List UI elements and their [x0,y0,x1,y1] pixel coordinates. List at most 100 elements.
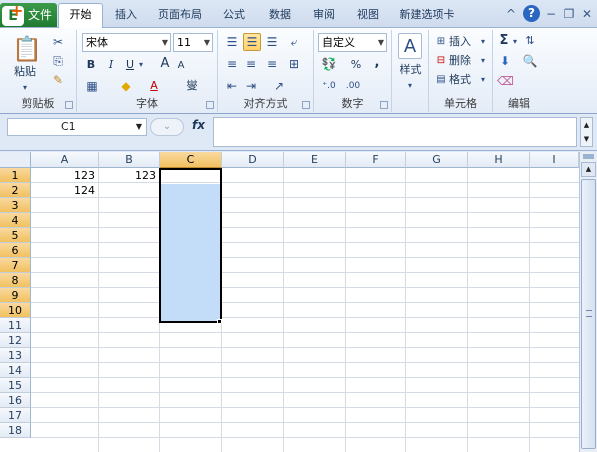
close-icon[interactable]: ✕ [579,6,595,22]
row-header-16[interactable]: 16 [0,393,31,408]
format-cells-button[interactable]: 格式 [449,72,477,88]
increase-decimal-icon[interactable]: ⁺.0 [320,78,338,94]
decrease-decimal-icon[interactable]: .00 [344,78,362,94]
tab-data[interactable]: 数据 [260,6,300,28]
column-header-c[interactable]: C [160,152,222,168]
sort-filter-icon[interactable]: ⇅ [521,33,539,49]
row-header-2[interactable]: 2 [0,183,31,198]
insert-function-icon[interactable]: fx [192,118,205,132]
delete-dropdown-icon[interactable]: ▾ [478,53,488,69]
formula-input[interactable] [213,117,577,147]
insert-cells-button[interactable]: 插入 [449,34,477,50]
row-header-18[interactable]: 18 [0,423,31,438]
row-header-3[interactable]: 3 [0,198,31,213]
orientation-icon[interactable]: ↗ [270,78,288,94]
percent-button[interactable]: % [350,57,362,73]
number-launcher-icon[interactable] [380,101,388,109]
insert-dropdown-icon[interactable]: ▾ [478,34,488,50]
font-size-select[interactable]: 11 ▼ [173,33,213,52]
row-header-12[interactable]: 12 [0,333,31,348]
worksheet-grid[interactable]: ABCDEFGHI 1 2 3 4 5 6 7 8 9 10 11 12 13 14 15 16 17 18 12… [0,152,579,452]
underline-button[interactable]: U [123,57,137,73]
format-dropdown-icon[interactable]: ▾ [478,72,488,88]
row-header-14[interactable]: 14 [0,363,31,378]
ribbon-minimize-icon[interactable]: ^ [503,6,519,22]
font-name-select[interactable]: 宋体 ▼ [82,33,171,52]
align-bottom-icon[interactable]: ☰ [264,34,280,50]
tab-page-layout[interactable]: 页面布局 [152,6,208,28]
fill-icon[interactable]: ⬇ [497,53,513,69]
number-format-select[interactable]: 自定义 ▼ [318,33,387,52]
align-left-icon[interactable]: ≡ [224,56,240,72]
row-header-10[interactable]: 10 [0,303,31,318]
cell-a1[interactable]: 123 [31,168,98,183]
clipboard-launcher-icon[interactable] [65,101,73,109]
row-header-6[interactable]: 6 [0,243,31,258]
align-middle-icon[interactable]: ☰ [243,33,261,51]
vertical-scrollbar[interactable]: ▲ [579,152,597,452]
tab-view[interactable]: 视图 [348,6,388,28]
row-header-13[interactable]: 13 [0,348,31,363]
comma-button[interactable]: , [372,55,382,71]
tab-review[interactable]: 审阅 [306,6,342,28]
paste-dropdown-icon[interactable]: ▾ [20,80,30,96]
grow-font-button[interactable]: A [159,56,171,72]
insert-cells-icon[interactable]: ⊞ [434,34,448,50]
row-header-9[interactable]: 9 [0,288,31,303]
alignment-launcher-icon[interactable] [302,101,310,109]
align-top-icon[interactable]: ☰ [224,34,240,50]
merge-center-icon[interactable]: ⊞ [286,56,302,72]
row-header-7[interactable]: 7 [0,258,31,273]
column-header-h[interactable]: H [468,152,530,168]
minimize-icon[interactable]: − [543,6,559,22]
column-header-d[interactable]: D [222,152,284,168]
increase-indent-icon[interactable]: ⇥ [243,78,259,94]
cell-b1[interactable]: 123 [99,168,159,183]
wrap-text-icon[interactable]: ⤶ [286,34,302,50]
cell-a2[interactable]: 124 [31,183,98,198]
clear-icon[interactable]: ⌫ [497,73,514,89]
currency-icon[interactable]: 💱 [320,56,338,72]
delete-cells-button[interactable]: 删除 [449,53,477,69]
column-header-a[interactable]: A [31,152,99,168]
column-header-e[interactable]: E [284,152,346,168]
split-handle[interactable] [583,154,594,159]
shrink-font-button[interactable]: A [175,58,187,74]
tab-new-tab[interactable]: 新建选项卡 [394,6,460,28]
font-color-button[interactable]: A [147,78,161,94]
scroll-thumb[interactable] [581,179,596,449]
bold-button[interactable]: B [84,57,98,73]
row-header-5[interactable]: 5 [0,228,31,243]
underline-dropdown-icon[interactable]: ▾ [137,57,145,73]
copy-icon[interactable]: ⎘ [50,53,66,69]
border-icon[interactable]: ▦ [84,78,100,94]
row-header-17[interactable]: 17 [0,408,31,423]
font-launcher-icon[interactable] [206,101,214,109]
format-painter-icon[interactable]: ✎ [50,72,66,88]
cut-icon[interactable]: ✂ [50,34,66,50]
scroll-up-icon[interactable]: ▲ [581,162,596,177]
decrease-indent-icon[interactable]: ⇤ [224,78,240,94]
autosum-dropdown-icon[interactable]: ▾ [511,34,519,50]
italic-button[interactable]: I [104,57,118,73]
delete-cells-icon[interactable]: ⊟ [434,53,448,69]
name-box[interactable]: C1 ▼ [7,118,147,136]
help-icon[interactable]: ? [523,5,540,22]
file-tab[interactable]: E + 文件 [0,1,57,27]
fill-color-icon[interactable]: ◆ [119,78,133,94]
find-select-icon[interactable]: 🔍 [521,53,539,69]
align-center-icon[interactable]: ≡ [243,56,259,72]
restore-icon[interactable]: ❐ [561,6,577,22]
column-header-g[interactable]: G [406,152,468,168]
fill-handle[interactable] [217,319,222,324]
column-header-f[interactable]: F [346,152,406,168]
row-header-8[interactable]: 8 [0,273,31,288]
column-header-b[interactable]: B [99,152,160,168]
formula-expand-button[interactable]: ▲ ▼ [580,117,593,147]
tab-formulas[interactable]: 公式 [216,6,252,28]
row-header-4[interactable]: 4 [0,213,31,228]
select-all-button[interactable] [0,152,31,168]
align-right-icon[interactable]: ≡ [264,56,280,72]
row-header-1[interactable]: 1 [0,168,31,183]
autosum-button[interactable]: Σ [497,33,511,49]
